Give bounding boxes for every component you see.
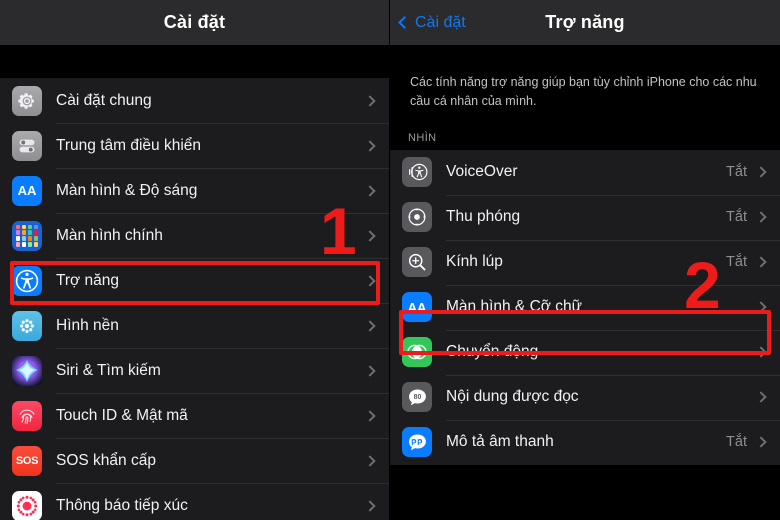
spoken-content-icon: 80 xyxy=(402,382,432,413)
list-item-label: Màn hình & Cỡ chữ xyxy=(446,298,582,316)
gear-icon xyxy=(12,85,42,116)
accessibility-icon xyxy=(12,265,42,296)
chevron-right-icon xyxy=(364,499,376,512)
aa-glyph: AA xyxy=(407,299,427,315)
sidebar-item-touch-id-passcode[interactable]: Touch ID & Mật mã xyxy=(0,393,389,438)
chevron-right-icon xyxy=(364,364,376,377)
chevron-right-icon xyxy=(364,184,376,197)
voiceover-icon xyxy=(402,157,432,188)
chevron-right-icon xyxy=(364,319,376,332)
app-grid-glyph xyxy=(16,224,38,247)
list-item-display-text-size[interactable]: AA Màn hình & Cỡ chữ xyxy=(390,284,780,330)
accessibility-panel: Cài đặt Trợ năng Các tính năng trợ năng … xyxy=(390,0,780,520)
siri-icon xyxy=(12,355,42,386)
chevron-right-icon xyxy=(755,256,767,268)
accessibility-list: VoiceOver Tắt Thu phóng Tắt Kính lúp Tắt… xyxy=(390,149,780,465)
list-item-voiceover[interactable]: VoiceOver Tắt xyxy=(390,149,780,195)
touch-id-icon xyxy=(12,400,42,431)
sidebar-item-accessibility[interactable]: Trợ năng xyxy=(0,258,389,303)
sidebar-item-label: Trợ năng xyxy=(56,271,120,289)
right-navbar: Cài đặt Trợ năng xyxy=(390,0,780,45)
svg-text:80: 80 xyxy=(413,394,421,401)
sidebar-item-siri-search[interactable]: Siri & Tìm kiếm xyxy=(0,348,389,393)
section-header-vision: NHÌN xyxy=(390,111,780,150)
display-text-size-icon: AA xyxy=(402,292,432,323)
chevron-right-icon xyxy=(755,436,767,448)
sidebar-item-exposure-notifications[interactable]: Thông báo tiếp xúc xyxy=(0,483,389,520)
back-button-label: Cài đặt xyxy=(415,13,466,31)
sos-glyph: SOS xyxy=(15,454,39,467)
chevron-right-icon xyxy=(364,229,376,242)
sos-icon: SOS xyxy=(12,445,42,476)
list-item-value: Tắt xyxy=(726,209,747,226)
chevron-right-icon xyxy=(364,454,376,467)
sidebar-item-label: Siri & Tìm kiếm xyxy=(56,361,161,379)
chevron-left-icon xyxy=(398,15,411,29)
display-aa-icon: AA xyxy=(12,175,42,206)
sidebar-item-emergency-sos[interactable]: SOS SOS khẩn cấp xyxy=(0,438,389,483)
chevron-right-icon xyxy=(755,391,767,403)
list-item-spoken-content[interactable]: 80 Nội dung được đọc xyxy=(390,374,780,420)
sidebar-item-label: Touch ID & Mật mã xyxy=(56,406,188,424)
sidebar-item-general[interactable]: Cài đặt chung xyxy=(0,78,389,123)
page-title: Trợ năng xyxy=(545,12,625,32)
sidebar-item-label: Hình nền xyxy=(56,316,119,334)
chevron-right-icon xyxy=(755,166,767,178)
chevron-right-icon xyxy=(755,301,767,313)
list-item-label: Chuyển động xyxy=(446,343,539,361)
sidebar-item-label: Trung tâm điều khiển xyxy=(56,136,202,154)
magnifier-icon xyxy=(402,247,432,278)
settings-list: Cài đặt chung Trung tâm điều khiển AA Mà… xyxy=(0,78,389,520)
list-item-label: VoiceOver xyxy=(446,163,518,181)
list-item-label: Mô tả âm thanh xyxy=(446,433,554,451)
aa-glyph: AA xyxy=(17,183,37,198)
chevron-right-icon xyxy=(364,139,376,152)
sidebar-item-label: Cài đặt chung xyxy=(56,91,152,109)
sidebar-item-display-brightness[interactable]: AA Màn hình & Độ sáng xyxy=(0,168,389,213)
accessibility-description: Các tính năng trợ năng giúp bạn tùy chỉn… xyxy=(390,45,780,112)
list-item-audio-descriptions[interactable]: Mô tả âm thanh Tắt xyxy=(390,419,780,465)
sidebar-item-label: Màn hình chính xyxy=(56,226,163,244)
list-item-value: Tắt xyxy=(726,254,747,271)
list-item-value: Tắt xyxy=(726,164,747,181)
chevron-right-icon xyxy=(755,346,767,358)
control-center-icon xyxy=(12,130,42,161)
sidebar-item-control-center[interactable]: Trung tâm điều khiển xyxy=(0,123,389,168)
back-button[interactable]: Cài đặt xyxy=(398,0,466,45)
chevron-right-icon xyxy=(364,409,376,422)
sidebar-item-label: Màn hình & Độ sáng xyxy=(56,181,198,199)
list-item-magnifier[interactable]: Kính lúp Tắt xyxy=(390,239,780,285)
left-navbar: Cài đặt xyxy=(0,0,389,45)
left-top-spacer xyxy=(0,45,389,78)
list-item-value: Tắt xyxy=(726,434,747,451)
audio-description-icon xyxy=(402,427,432,458)
list-item-label: Nội dung được đọc xyxy=(446,388,579,406)
chevron-right-icon xyxy=(364,94,376,107)
wallpaper-icon xyxy=(12,310,42,341)
exposure-notification-icon xyxy=(12,490,42,520)
home-screen-icon xyxy=(12,220,42,251)
list-item-zoom[interactable]: Thu phóng Tắt xyxy=(390,194,780,240)
sidebar-item-wallpaper[interactable]: Hình nền xyxy=(0,303,389,348)
sidebar-item-label: SOS khẩn cấp xyxy=(56,451,156,469)
chevron-right-icon xyxy=(364,274,376,287)
sidebar-item-label: Thông báo tiếp xúc xyxy=(56,496,188,514)
screenshot-root: Cài đặt Cài đặt chung Trung tâm điều khi… xyxy=(0,0,780,520)
list-item-label: Thu phóng xyxy=(446,208,521,226)
page-title: Cài đặt xyxy=(163,12,226,32)
zoom-icon xyxy=(402,202,432,233)
chevron-right-icon xyxy=(755,211,767,223)
list-item-label: Kính lúp xyxy=(446,253,503,271)
motion-icon xyxy=(402,337,432,368)
sidebar-item-home-screen[interactable]: Màn hình chính xyxy=(0,213,389,258)
list-item-motion[interactable]: Chuyển động xyxy=(390,329,780,375)
settings-panel: Cài đặt Cài đặt chung Trung tâm điều khi… xyxy=(0,0,390,520)
